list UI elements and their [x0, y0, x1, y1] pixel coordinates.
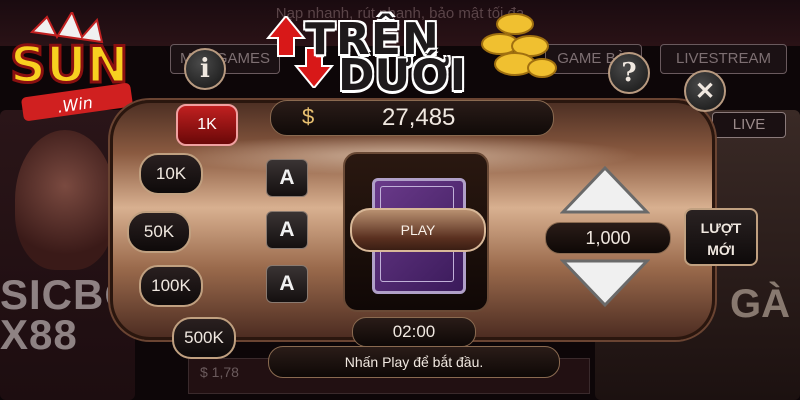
timer: 02:00 — [352, 317, 476, 347]
card-slot-2: A — [266, 211, 308, 249]
chip-1k[interactable]: 1K — [176, 104, 238, 146]
bet-amount: 1,000 — [545, 222, 671, 254]
close-button[interactable]: ✕ — [684, 70, 726, 112]
gold-coins-icon — [481, 13, 557, 78]
dollar-icon: $ — [302, 104, 315, 129]
lobby-jackpot-text: $ 1,78 — [200, 364, 239, 380]
chip-100k[interactable]: 100K — [139, 265, 203, 307]
chip-500k[interactable]: 500K — [172, 317, 236, 359]
svg-text:.Win: .Win — [56, 93, 94, 117]
help-button[interactable]: ? — [608, 52, 650, 94]
info-button[interactable]: i — [184, 48, 226, 90]
ga-label: GÀ — [730, 282, 790, 326]
status-message: Nhấn Play để bắt đầu. — [268, 346, 560, 378]
chip-10k[interactable]: 10K — [139, 153, 203, 195]
balance-value: 27,485 — [382, 104, 456, 131]
card-slot-3: A — [266, 265, 308, 303]
new-turn-button[interactable]: LƯỢT MỚI — [684, 208, 758, 266]
new-turn-label-2: MỚI — [707, 242, 735, 258]
play-button[interactable]: PLAY — [350, 208, 486, 252]
higher-arrow-button[interactable] — [560, 165, 650, 215]
tab-livestream[interactable]: LIVESTREAM — [660, 44, 787, 74]
title-duoi: DƯỚI — [338, 50, 467, 101]
new-turn-label-1: LƯỢT — [700, 220, 742, 236]
lower-arrow-button[interactable] — [560, 258, 650, 308]
live-badge: LIVE — [712, 112, 786, 138]
chip-50k[interactable]: 50K — [127, 211, 191, 253]
dealer-image — [15, 130, 115, 270]
card-slot-1: A — [266, 159, 308, 197]
